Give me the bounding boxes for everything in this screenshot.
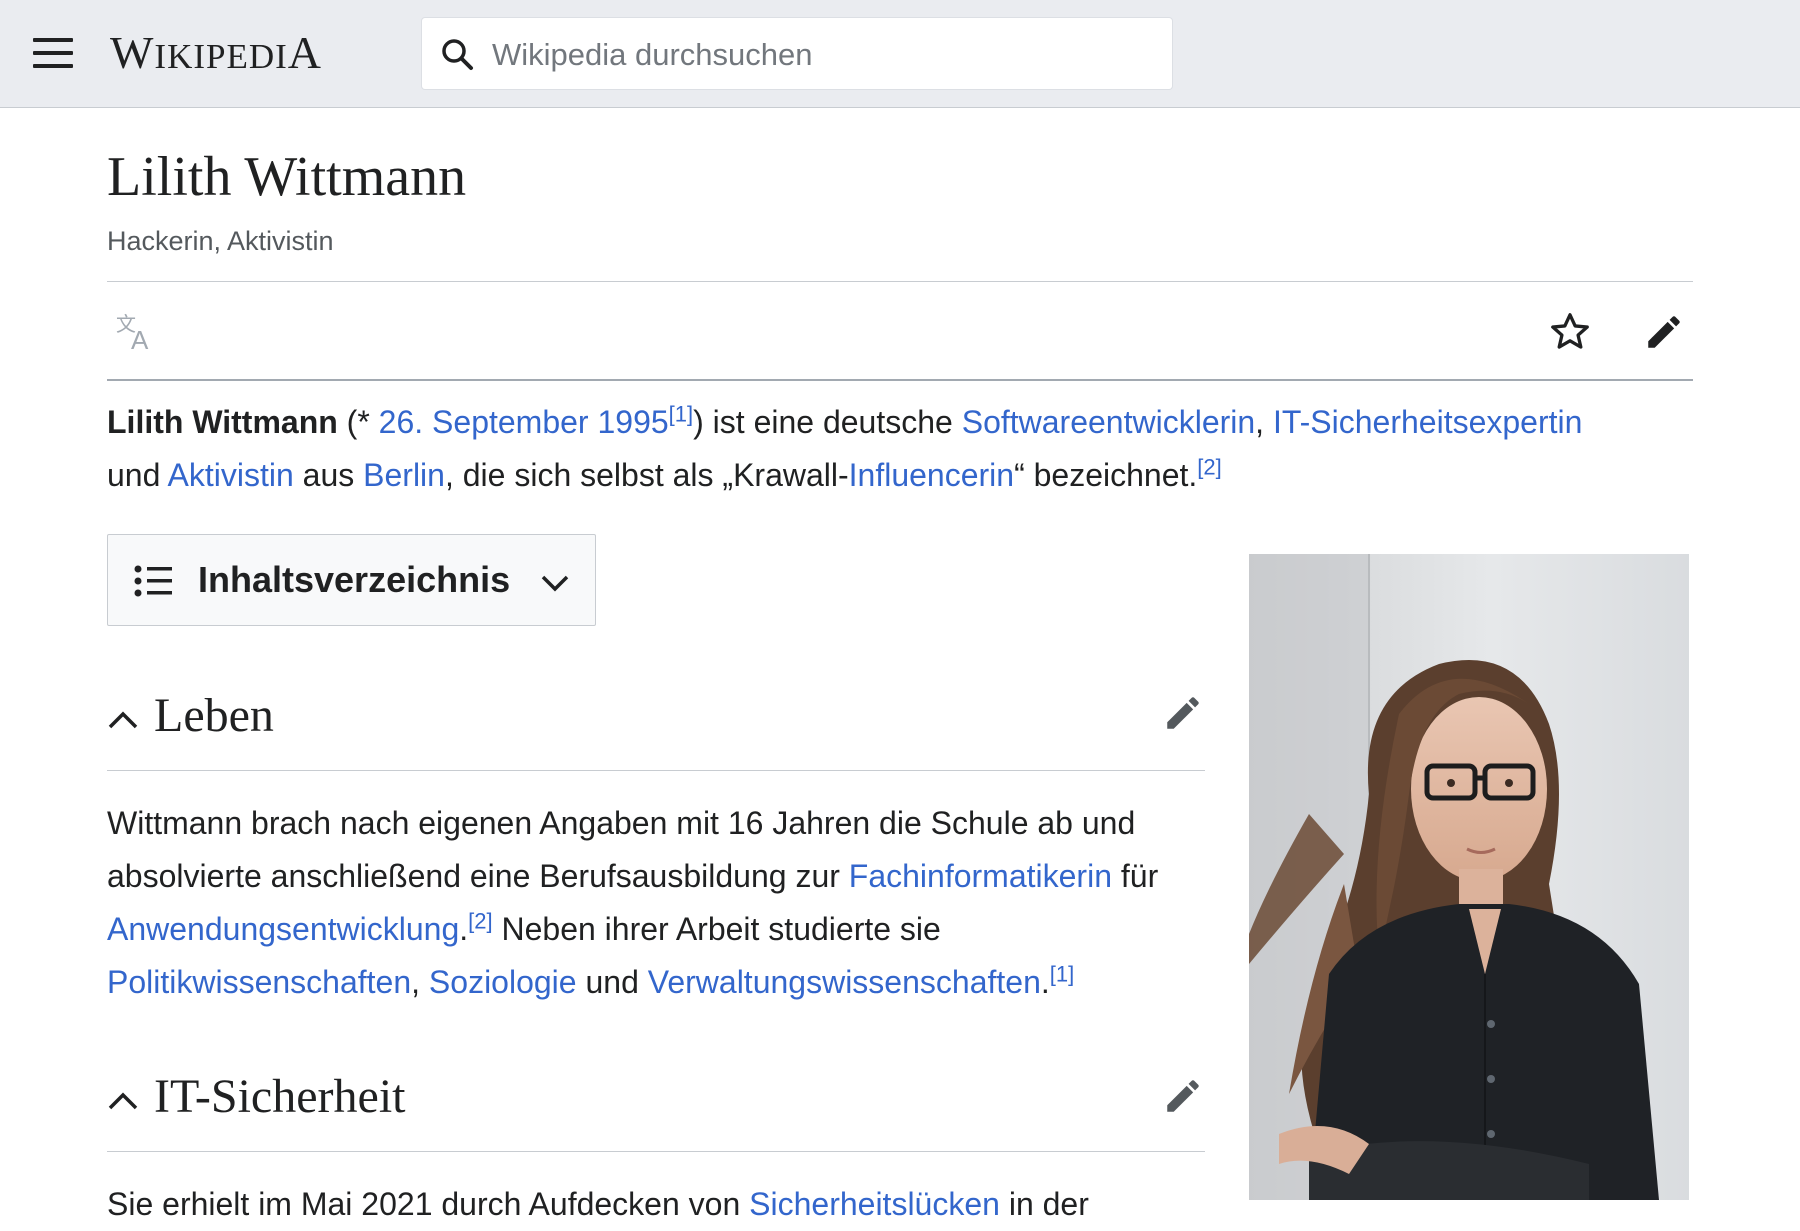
link-soziologie[interactable]: Soziologie (429, 964, 577, 1000)
caret-up-icon[interactable] (107, 704, 139, 736)
section-heading: IT-Sicherheit (154, 1070, 406, 1123)
ref-2[interactable]: [2] (1197, 454, 1221, 479)
search-box[interactable] (422, 18, 1172, 91)
pencil-icon[interactable] (1162, 1075, 1204, 1117)
logo-letter-w: W (110, 27, 155, 78)
search-icon (442, 39, 473, 70)
ref-1[interactable]: [1] (669, 401, 693, 426)
chevron-down-icon (541, 575, 569, 592)
search-input[interactable] (490, 18, 1154, 91)
section-paragraph-leben: Wittmann brach nach eigenen Angaben mit … (107, 797, 1222, 1009)
pencil-icon[interactable] (1643, 311, 1685, 353)
intro-text: , die sich selbst als „Krawall- (444, 457, 849, 493)
paragraph-text: und (576, 964, 648, 1000)
link-politikwissenschaften[interactable]: Politikwissenschaften (107, 964, 411, 1000)
paragraph-text: für (1111, 858, 1159, 894)
translate-icon[interactable]: 文 A (114, 309, 160, 353)
section-heading: Leben (154, 689, 274, 742)
section-header-it-sicherheit: IT-Sicherheit (107, 1069, 1205, 1169)
caret-up-icon[interactable] (107, 1085, 139, 1117)
toolbar-divider (107, 379, 1693, 381)
intro-text: aus (293, 457, 364, 493)
link-birthdate[interactable]: 26. September 1995 (379, 404, 669, 440)
portrait-photo[interactable] (1249, 554, 1689, 1200)
section-paragraph-it-sicherheit: Sie erhielt im Mai 2021 durch Aufdecken … (107, 1178, 1222, 1231)
intro-text: ) ist eine deutsche (693, 404, 962, 440)
link-aktivistin[interactable]: Aktivistin (168, 457, 294, 493)
section-divider (107, 1151, 1205, 1152)
section-header-leben: Leben (107, 688, 1205, 788)
toc-toggle[interactable]: Inhaltsverzeichnis (107, 534, 596, 626)
intro-text: , (1255, 404, 1273, 440)
portrait-image (1249, 554, 1689, 1200)
intro-text: und (107, 457, 168, 493)
paragraph-text: in der (999, 1186, 1089, 1222)
intro-text: “ bezeichnet. (1014, 457, 1198, 493)
intro-text: (* (337, 404, 379, 440)
paragraph-text: Neben ihrer Arbeit studierte sie (492, 911, 941, 947)
title-divider (107, 281, 1693, 282)
top-header: WIKIPEDIA (0, 0, 1800, 108)
link-berlin[interactable]: Berlin (363, 457, 445, 493)
link-anwendungsentwicklung[interactable]: Anwendungsentwicklung (107, 911, 459, 947)
link-verwaltungswissenschaften[interactable]: Verwaltungswissenschaften (648, 964, 1041, 1000)
link-fachinformatikerin[interactable]: Fachinformatikerin (849, 858, 1112, 894)
list-icon (134, 565, 172, 597)
ref-2[interactable]: [2] (468, 908, 492, 933)
link-sicherheitsluecken[interactable]: Sicherheitslücken (749, 1186, 1000, 1222)
intro-paragraph: Lilith Wittmann (* 26. September 1995[1]… (107, 396, 1707, 502)
wikipedia-logo[interactable]: WIKIPEDIA (110, 28, 322, 78)
paragraph-text: . (459, 911, 469, 947)
paragraph-text: Sie erhielt im Mai 2021 durch Aufdecken … (107, 1186, 750, 1222)
toc-label: Inhaltsverzeichnis (198, 559, 511, 600)
paragraph-text: . (1040, 964, 1050, 1000)
hamburger-icon[interactable] (33, 38, 73, 70)
link-softwareentwicklerin[interactable]: Softwareentwicklerin (962, 404, 1255, 440)
ref-1[interactable]: [1] (1050, 961, 1074, 986)
star-icon[interactable] (1548, 310, 1592, 354)
svg-text:A: A (131, 325, 149, 353)
logo-letter-a: A (287, 27, 323, 78)
logo-letters-mid: IKIPEDI (154, 37, 288, 76)
page-title: Lilith Wittmann (107, 146, 467, 208)
link-it-sicherheitsexpertin[interactable]: IT-Sicherheitsexpertin (1273, 404, 1582, 440)
pencil-icon[interactable] (1162, 692, 1204, 734)
page-subtitle: Hackerin, Aktivistin (107, 226, 334, 256)
link-influencerin[interactable]: Influencerin (849, 457, 1014, 493)
bold-name: Lilith Wittmann (107, 404, 338, 440)
section-divider (107, 770, 1205, 771)
paragraph-text: , (411, 964, 429, 1000)
